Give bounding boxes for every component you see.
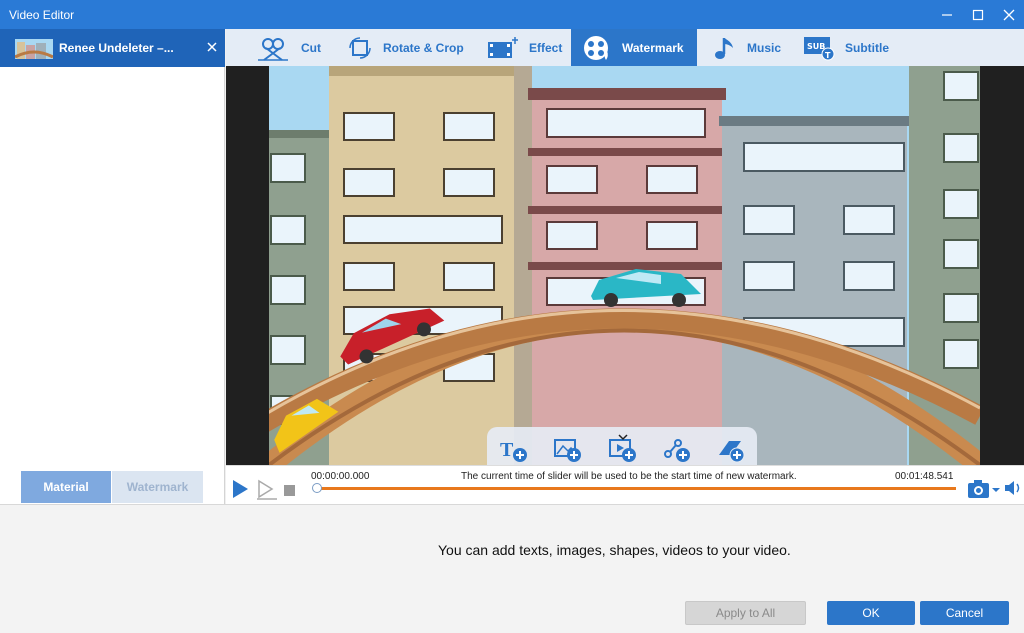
music-note-icon — [715, 37, 733, 59]
title-bar: Video Editor — [0, 0, 1024, 29]
close-icon — [207, 42, 217, 52]
timeline-slider-handle[interactable] — [312, 483, 322, 493]
file-list-panel: Renee Undeleter –... Material Watermark — [0, 29, 225, 504]
rotate-crop-icon — [349, 36, 371, 59]
add-3d-icon — [719, 441, 745, 463]
tab-watermark[interactable]: Watermark — [571, 29, 697, 66]
add-3d-button[interactable] — [717, 437, 745, 463]
add-image-icon — [554, 439, 581, 462]
tab-label: Music — [747, 40, 782, 55]
volume-button[interactable] — [1004, 480, 1022, 501]
play-from-button[interactable] — [256, 479, 278, 506]
screenshot-button[interactable] — [967, 478, 1001, 505]
svg-text:T: T — [825, 51, 831, 60]
end-time: 00:01:48.541 — [895, 471, 954, 482]
timeline-track[interactable] — [315, 487, 956, 490]
tab-label: Cut — [301, 40, 321, 55]
tab-effect[interactable]: Effect — [476, 29, 566, 66]
edit-toolbar: Cut Rotate & Crop Effect Watermark Music… — [226, 29, 1024, 66]
tab-label: Rotate & Crop — [383, 40, 464, 55]
cut-icon — [258, 37, 288, 61]
play-icon — [233, 480, 248, 498]
effect-icon — [488, 36, 518, 58]
close-icon — [1003, 9, 1014, 20]
ok-button[interactable]: OK — [827, 601, 915, 625]
tab-subtitle[interactable]: SUB T Subtitle — [792, 29, 902, 66]
window-title: Video Editor — [9, 8, 75, 22]
add-shape-icon — [664, 439, 690, 462]
play-button[interactable] — [231, 479, 249, 504]
watermark-panel: You can add texts, images, shapes, video… — [0, 504, 1024, 633]
file-list-item[interactable]: Renee Undeleter –... — [0, 29, 225, 67]
add-shape-button[interactable] — [663, 437, 691, 463]
camera-icon — [968, 480, 1000, 498]
tab-music[interactable]: Music — [702, 29, 792, 66]
watermark-icon — [584, 35, 608, 60]
cancel-button[interactable]: Cancel — [920, 601, 1009, 625]
tab-label: Effect — [529, 40, 563, 55]
svg-text:SUB: SUB — [807, 42, 825, 51]
file-thumbnail — [15, 39, 53, 59]
add-text-icon: T — [500, 439, 527, 462]
add-image-button[interactable] — [554, 437, 582, 463]
play-outline-icon — [257, 479, 277, 500]
tab-watermark-list[interactable]: Watermark — [112, 471, 203, 503]
chevron-down-icon — [618, 428, 628, 446]
close-button[interactable] — [993, 0, 1024, 29]
subtitle-icon: SUBT — [804, 36, 835, 60]
svg-text:T: T — [500, 439, 514, 461]
tab-rotate-crop[interactable]: Rotate & Crop — [336, 29, 472, 66]
minimize-button[interactable] — [931, 0, 962, 29]
timeline-bar: 00:00:00.000 The current time of slider … — [226, 465, 1024, 505]
file-name: Renee Undeleter –... — [59, 41, 174, 55]
tab-cut[interactable]: Cut — [246, 29, 336, 66]
maximize-button[interactable] — [962, 0, 993, 29]
stop-icon — [284, 485, 295, 496]
watermark-add-toolbar: T — [487, 427, 757, 467]
remove-file-button[interactable] — [207, 39, 217, 55]
video-frame — [269, 66, 980, 465]
add-text-button[interactable]: T — [500, 437, 528, 463]
volume-icon — [1005, 481, 1020, 495]
info-text: You can add texts, images, shapes, video… — [438, 542, 791, 558]
start-time: 00:00:00.000 — [311, 471, 370, 482]
apply-to-all-button[interactable]: Apply to All — [685, 601, 806, 625]
tab-label: Subtitle — [845, 40, 889, 55]
tab-label: Watermark — [622, 40, 684, 55]
minimize-icon — [941, 13, 952, 16]
maximize-icon — [972, 9, 983, 20]
timeline-message: The current time of slider will be used … — [461, 471, 797, 482]
tab-material[interactable]: Material — [21, 471, 111, 503]
stop-button[interactable] — [284, 483, 295, 501]
video-preview[interactable] — [226, 66, 1024, 465]
